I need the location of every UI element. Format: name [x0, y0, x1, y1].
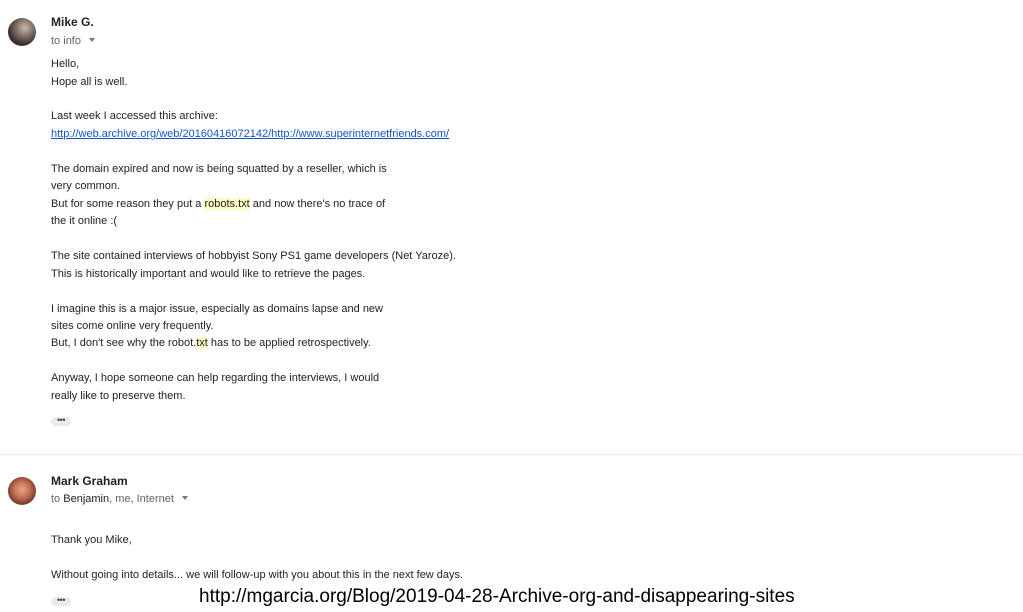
chevron-down-icon[interactable]	[89, 38, 96, 42]
body-line: Last week I accessed this archive:	[51, 110, 218, 122]
show-trimmed-content-button[interactable]: •••	[51, 596, 71, 606]
text-segment: has to be applied retrospectively.	[207, 337, 371, 349]
recipient-others: , me, Internet	[109, 493, 174, 505]
body-line: I imagine this is a major issue, especia…	[51, 303, 383, 315]
recipients-dropdown[interactable]: to Benjamin, me, Internet	[51, 493, 188, 505]
recipient-benjamin: Benjamin	[63, 493, 110, 505]
avatar[interactable]	[8, 18, 36, 46]
message-divider	[0, 454, 1023, 455]
text-segment: But for some reason they put a	[51, 198, 205, 210]
recipients-dropdown[interactable]: to info	[51, 35, 96, 47]
body-line-link: http://web.archive.org/web/2016041607214…	[51, 128, 449, 140]
sender-name[interactable]: Mark Graham	[51, 474, 128, 488]
body-line: The site contained interviews of hobbyis…	[51, 250, 456, 262]
recipient-info: info	[63, 35, 81, 47]
body-line: sites come online very frequently.	[51, 320, 214, 332]
highlighted-term: txt	[196, 337, 208, 349]
archive-link[interactable]: http://web.archive.org/web/2016041607214…	[51, 128, 449, 140]
text-segment: But, I don't see why the robot.	[51, 337, 197, 349]
body-line: very common.	[51, 180, 121, 192]
highlighted-term: robots.txt	[204, 198, 250, 210]
body-line: The domain expired and now is being squa…	[51, 163, 387, 175]
to-label: to	[51, 493, 61, 505]
body-line: Hello,	[51, 58, 80, 70]
source-url-caption: http://mgarcia.org/Blog/2019-04-28-Archi…	[199, 586, 795, 607]
chevron-down-icon[interactable]	[181, 496, 188, 500]
body-line: Without going into details... we will fo…	[51, 569, 464, 581]
avatar[interactable]	[8, 477, 36, 505]
body-line: the it online :(	[51, 215, 118, 227]
sender-name[interactable]: Mike G.	[51, 15, 94, 29]
body-line: Hope all is well.	[51, 76, 128, 88]
text-segment: and now there's no trace of	[249, 198, 386, 210]
body-line: But, I don't see why the robot.txt has t…	[51, 337, 371, 349]
to-label: to	[51, 35, 61, 47]
body-line: Thank you Mike,	[51, 534, 132, 546]
body-line: really like to preserve them.	[51, 390, 186, 402]
body-line: But for some reason they put a robots.tx…	[51, 198, 385, 210]
email-message-1: Mike G. to info Hello, Hope all is well.…	[0, 0, 1023, 455]
body-line: Anyway, I hope someone can help regardin…	[51, 372, 380, 384]
show-trimmed-content-button[interactable]: •••	[51, 416, 71, 426]
body-line: This is historically important and would…	[51, 268, 366, 280]
